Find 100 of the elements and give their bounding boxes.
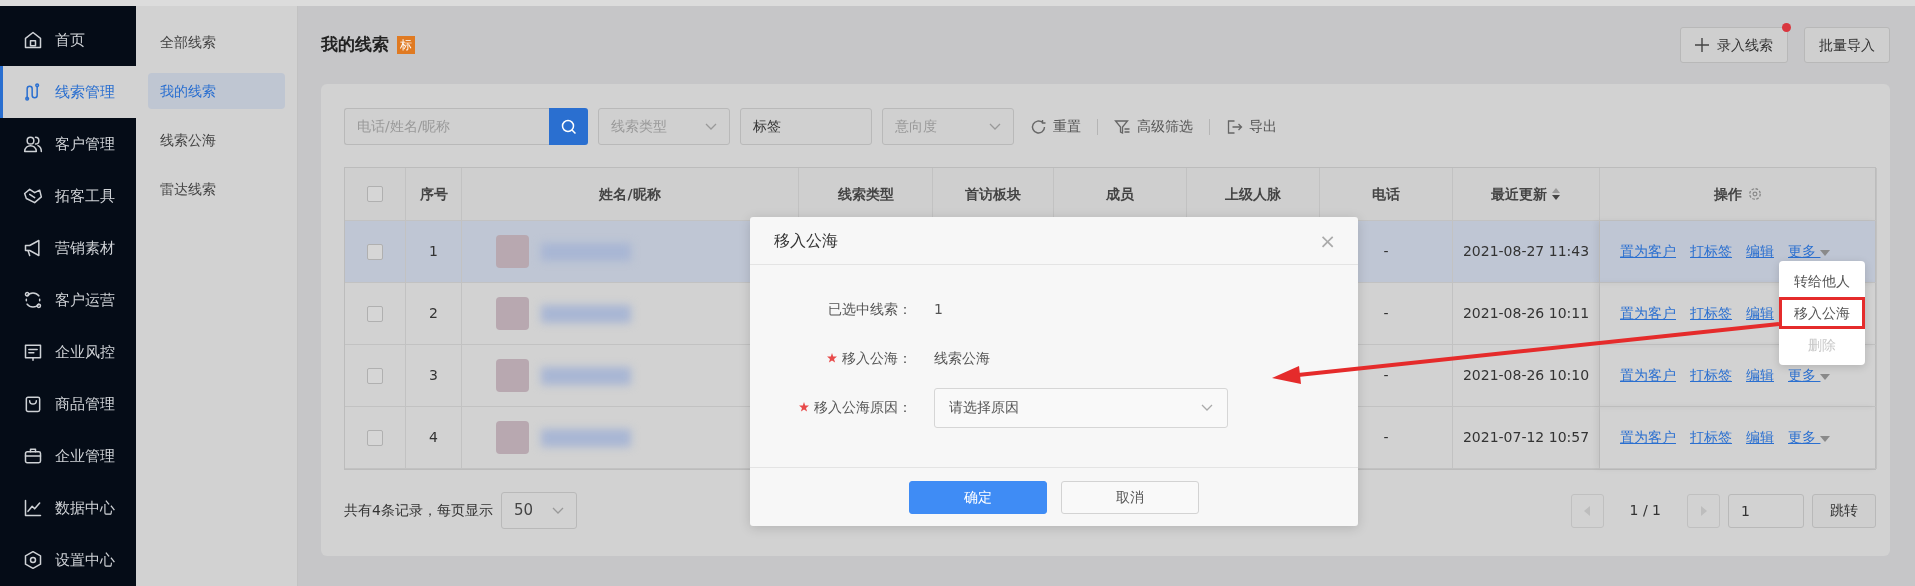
select-all-checkbox[interactable] <box>367 186 383 202</box>
required-star-icon <box>799 402 809 412</box>
form-label: 移入公海： <box>842 350 912 366</box>
phone-cell-text: - <box>1383 428 1389 447</box>
action-link[interactable]: 置为客户 <box>1620 427 1676 448</box>
dialog-title: 移入公海 <box>774 229 838 252</box>
action-link[interactable]: 编辑 <box>1746 365 1774 386</box>
row-checkbox[interactable] <box>367 243 383 260</box>
import-button[interactable]: 批量导入 <box>1804 27 1890 63</box>
sidebar-item[interactable]: 设置中心 <box>0 534 136 586</box>
sidebar-item[interactable]: 数据中心 <box>0 482 136 534</box>
column-header: 电话 <box>1372 184 1400 204</box>
tag-field[interactable]: 标签 <box>740 108 872 145</box>
refresh-icon <box>1030 118 1047 135</box>
filter-icon <box>1114 118 1131 135</box>
photo-placeholder <box>496 359 529 392</box>
row-checkbox[interactable] <box>367 367 383 384</box>
submenu-item[interactable]: 我的线索 <box>148 73 285 109</box>
menu-item[interactable]: 移入公海 <box>1779 297 1865 329</box>
action-link[interactable]: 打标签 <box>1690 365 1732 386</box>
record-summary: 共有4条记录，每页显示 <box>344 501 493 520</box>
export-button[interactable]: 导出 <box>1220 116 1283 137</box>
action-link[interactable]: 置为客户 <box>1620 241 1676 262</box>
column-header[interactable]: 最近更新 <box>1491 183 1547 205</box>
action-link[interactable]: 编辑 <box>1746 303 1774 324</box>
bag-icon <box>23 394 43 414</box>
required-star-icon <box>827 353 837 363</box>
confirm-button[interactable]: 确定 <box>909 480 1047 514</box>
sidebar-item[interactable]: 客户管理 <box>0 118 136 170</box>
cycle-icon <box>23 290 43 310</box>
action-link[interactable]: 置为客户 <box>1620 365 1676 386</box>
page-size-select[interactable]: 50 <box>500 492 577 529</box>
column-header: 成员 <box>1106 184 1134 204</box>
reset-button[interactable]: 重置 <box>1024 116 1087 137</box>
sidebar-item[interactable]: 商品管理 <box>0 378 136 430</box>
column-header: 姓名/昵称 <box>599 184 661 204</box>
row-number: 1 <box>429 242 438 261</box>
more-link[interactable]: 更多 <box>1788 365 1831 386</box>
form-label: 移入公海原因： <box>814 399 912 415</box>
page-indicator: 1 / 1 <box>1628 501 1662 520</box>
plus-icon <box>1695 38 1709 52</box>
column-header: 上级人脉 <box>1225 184 1281 204</box>
row-number: 3 <box>429 366 438 385</box>
photo-placeholder <box>496 421 529 454</box>
home-icon <box>23 30 43 50</box>
action-link[interactable]: 打标签 <box>1690 241 1732 262</box>
sort-icon[interactable] <box>1551 187 1561 201</box>
sidebar-item[interactable]: 营销素材 <box>0 222 136 274</box>
photo-placeholder <box>496 235 529 268</box>
form-value: 线索公海 <box>934 349 990 368</box>
search-icon <box>560 118 577 135</box>
form-value: 1 <box>934 300 943 319</box>
page-input[interactable]: 1 <box>1728 493 1804 528</box>
action-link[interactable]: 置为客户 <box>1620 303 1676 324</box>
chevron-down-icon <box>551 506 564 515</box>
photo-placeholder <box>496 297 529 330</box>
more-link[interactable]: 更多 <box>1788 427 1831 448</box>
phone-cell-text: - <box>1383 366 1389 385</box>
submenu-item[interactable]: 雷达线索 <box>148 171 285 207</box>
sidebar-item[interactable]: 拓客工具 <box>0 170 136 222</box>
action-link[interactable]: 编辑 <box>1746 427 1774 448</box>
phone-cell-text: - <box>1383 242 1389 261</box>
megaphone-icon <box>23 238 43 258</box>
settings-icon <box>23 550 43 570</box>
sidebar-item[interactable]: 线索管理 <box>0 66 136 118</box>
sidebar-item[interactable]: 客户运营 <box>0 274 136 326</box>
sidebar-item[interactable]: 企业管理 <box>0 430 136 482</box>
caret-icon <box>1820 436 1831 442</box>
sidebar-item[interactable]: 首页 <box>0 14 136 66</box>
page-title: 我的线索 <box>321 33 389 57</box>
briefcase-icon <box>23 446 43 466</box>
column-header: 操作 <box>1714 184 1742 204</box>
search-button[interactable] <box>549 108 588 145</box>
form-label: 已选中线索： <box>828 301 912 317</box>
action-link[interactable]: 打标签 <box>1690 427 1732 448</box>
cancel-button[interactable]: 取消 <box>1061 480 1199 514</box>
chevron-down-icon <box>705 122 717 131</box>
action-link[interactable]: 编辑 <box>1746 241 1774 262</box>
menu-item[interactable]: 转给他人 <box>1779 265 1865 297</box>
reason-select[interactable]: 请选择原因 <box>934 387 1228 428</box>
submenu-item[interactable]: 全部线索 <box>148 24 285 60</box>
column-header: 线索类型 <box>837 184 894 204</box>
chevron-down-icon <box>1201 403 1213 412</box>
users-icon <box>23 134 43 154</box>
action-link[interactable]: 打标签 <box>1690 303 1732 324</box>
sidebar-item[interactable]: 企业风控 <box>0 326 136 378</box>
row-checkbox[interactable] <box>367 429 383 446</box>
row-number: 2 <box>429 304 438 323</box>
date-cell-text: 2021-07-12 10:57 <box>1462 428 1590 447</box>
document-icon <box>23 342 43 362</box>
tag-badge: 标 <box>397 36 415 54</box>
settings-icon[interactable] <box>1748 187 1762 201</box>
submenu-item[interactable]: 线索公海 <box>148 122 285 158</box>
date-cell-text: 2021-08-27 11:43 <box>1462 242 1590 261</box>
row-checkbox[interactable] <box>367 305 383 322</box>
chevron-down-icon <box>989 122 1001 131</box>
jump-button[interactable]: 跳转 <box>1812 493 1876 528</box>
filter-button[interactable]: 高级筛选 <box>1108 116 1199 137</box>
column-header: 序号 <box>419 184 448 204</box>
row-number: 4 <box>429 428 438 447</box>
